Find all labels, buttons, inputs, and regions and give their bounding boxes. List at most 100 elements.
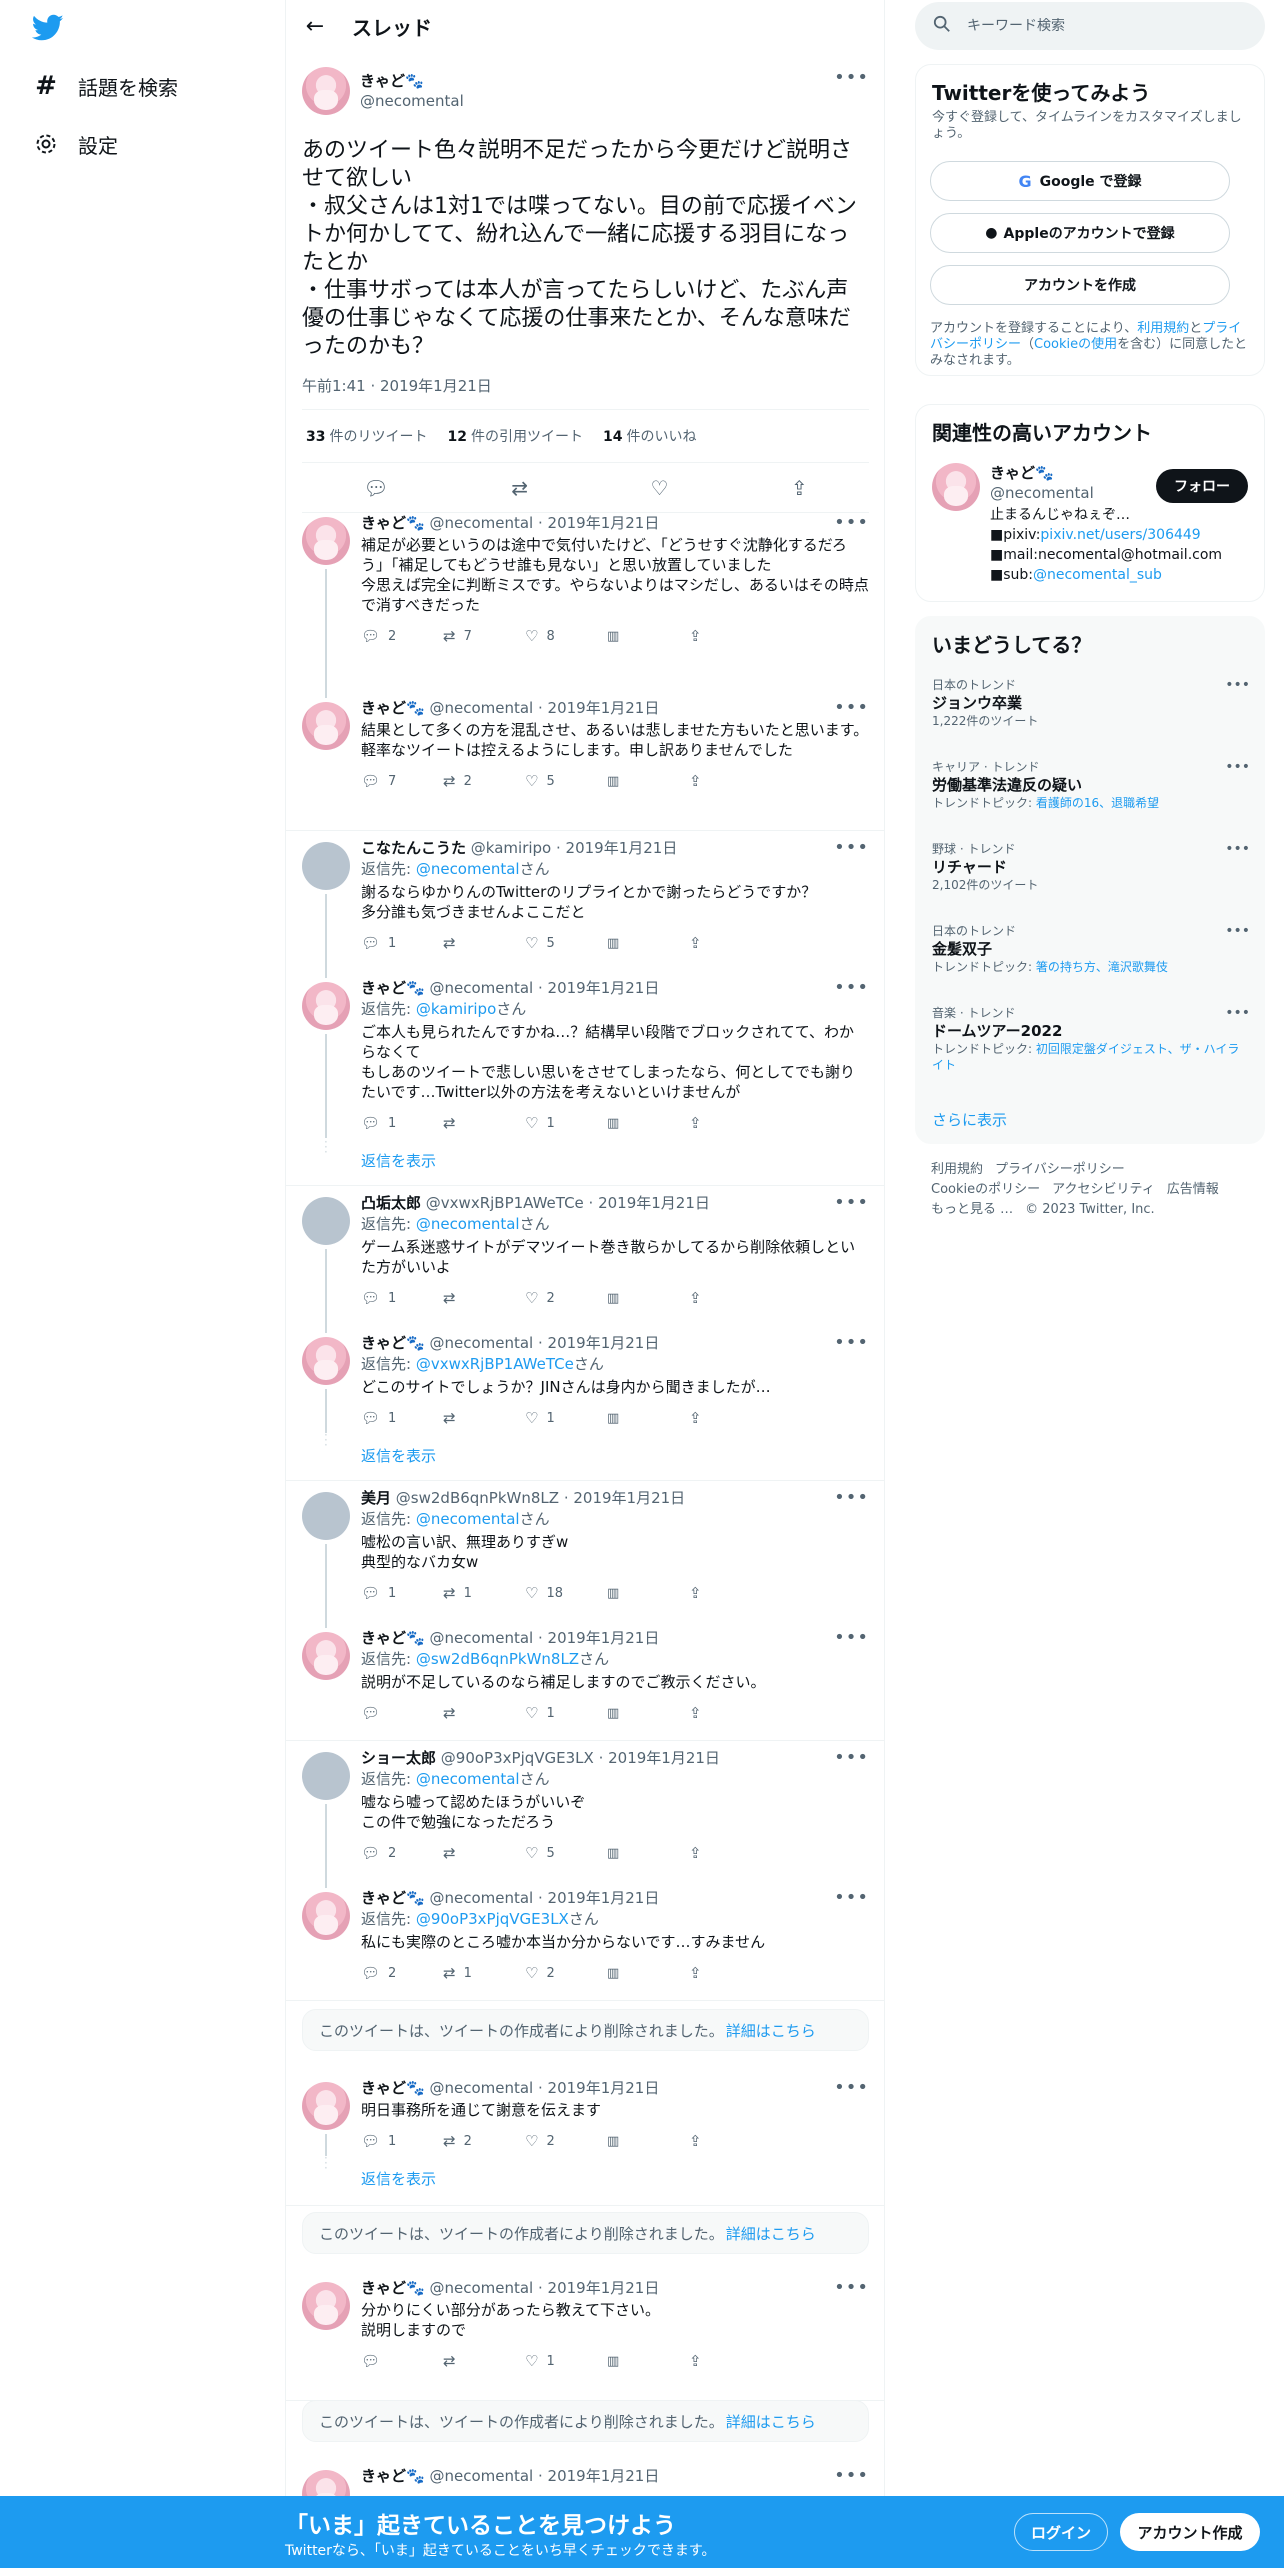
- share-button[interactable]: ⇪: [689, 1584, 771, 1602]
- avatar[interactable]: [302, 67, 350, 115]
- footer-terms[interactable]: 利用規約: [931, 1162, 983, 1177]
- reply-tweet[interactable]: きゃど🐾 @necomental · 2019年1月21日 ••• 返信先: @90…: [286, 1880, 885, 1988]
- more-options-icon[interactable]: •••: [834, 1628, 869, 1648]
- display-name[interactable]: 凸垢太郎: [361, 1194, 421, 1212]
- create-account-button[interactable]: アカウントを作成: [930, 265, 1230, 305]
- retweet-button[interactable]: ⇄ 2: [443, 2132, 525, 2150]
- views-button[interactable]: ▥: [607, 1116, 689, 1131]
- retweet-icon[interactable]: ⇄: [511, 476, 528, 500]
- retweet-button[interactable]: ⇄: [443, 1289, 525, 1307]
- apple-signup-button[interactable]: ● Appleのアカウントで登録: [930, 213, 1230, 253]
- learn-more-link[interactable]: 詳細はこちら: [726, 2020, 816, 2041]
- avatar[interactable]: [302, 1632, 350, 1680]
- avatar[interactable]: [302, 1337, 350, 1385]
- display-name[interactable]: きゃど🐾: [361, 2279, 425, 2297]
- tweet-meta[interactable]: @necomental · 2019年1月21日: [429, 1889, 659, 1907]
- reply-icon[interactable]: 💬︎: [363, 476, 388, 500]
- reply-button[interactable]: 💬︎ 1: [361, 1114, 443, 1132]
- views-button[interactable]: ▥: [607, 1846, 689, 1861]
- retweet-button[interactable]: ⇄: [443, 2352, 525, 2370]
- avatar[interactable]: [302, 1892, 350, 1940]
- views-button[interactable]: ▥: [607, 1966, 689, 1981]
- display-name[interactable]: きゃど🐾: [361, 514, 425, 532]
- reply-tweet[interactable]: 美月 @sw2dB6qnPkWn8LZ · 2019年1月21日 ••• 返信先: …: [286, 1480, 885, 1608]
- reply-tweet[interactable]: きゃど🐾 @necomental · 2019年1月21日 ••• 返信先: @sw…: [286, 1620, 885, 1728]
- like-stat[interactable]: 14 件のいいね: [603, 426, 696, 446]
- share-button[interactable]: ⇪: [689, 772, 771, 790]
- share-button[interactable]: ⇪: [689, 627, 771, 645]
- reply-button[interactable]: 💬︎: [361, 2352, 443, 2370]
- like-button[interactable]: ♡ 5: [525, 934, 607, 952]
- avatar[interactable]: [302, 982, 350, 1030]
- share-button[interactable]: ⇪: [689, 2132, 771, 2150]
- like-button[interactable]: ♡ 1: [525, 1114, 607, 1132]
- more-options-icon[interactable]: •••: [834, 698, 869, 718]
- tweet-meta[interactable]: @necomental · 2019年1月21日: [429, 2279, 659, 2297]
- reply-tweet[interactable]: きゃど🐾 @necomental · 2019年1月21日 ••• 返信先: @vx…: [286, 1325, 885, 1433]
- reply-tweet[interactable]: きゃど🐾 @necomental · 2019年1月21日 ••• 補足が必要という…: [286, 505, 885, 651]
- login-button[interactable]: ログイン: [1014, 2513, 1108, 2551]
- display-name[interactable]: きゃど🐾: [361, 979, 425, 997]
- trend-item[interactable]: キャリア · トレンド 労働基準法違反の疑い トレンドトピック: 看護師の16、退職…: [932, 759, 1250, 811]
- show-replies-link[interactable]: 返信を表示: [361, 2168, 436, 2189]
- like-button[interactable]: ♡ 2: [525, 1964, 607, 1982]
- nav-settings[interactable]: 設定: [32, 124, 118, 164]
- share-button[interactable]: ⇪: [689, 2352, 771, 2370]
- google-signup-button[interactable]: G Google で登録: [930, 161, 1230, 201]
- avatar[interactable]: [302, 2282, 350, 2330]
- reply-tweet[interactable]: きゃど🐾 @necomental · 2019年1月21日 ••• 明日事務所を通じ…: [286, 2070, 885, 2156]
- reply-button[interactable]: 💬︎ 1: [361, 934, 443, 952]
- share-button[interactable]: ⇪: [689, 1844, 771, 1862]
- reply-to-link[interactable]: @necomental: [416, 1770, 520, 1788]
- reply-button[interactable]: 💬︎ 1: [361, 2132, 443, 2150]
- trend-item[interactable]: 野球 · トレンド リチャード 2,102件のツイート •••: [932, 841, 1250, 893]
- reply-to-link[interactable]: @vxwxRjBP1AWeTCe: [416, 1355, 574, 1373]
- like-button[interactable]: ♡ 2: [525, 1289, 607, 1307]
- reply-button[interactable]: 💬︎ 2: [361, 1964, 443, 1982]
- search-input[interactable]: [967, 18, 1247, 34]
- learn-more-link[interactable]: 詳細はこちら: [726, 2411, 816, 2432]
- display-name[interactable]: ショー太郎: [361, 1749, 436, 1767]
- more-options-icon[interactable]: •••: [834, 513, 869, 533]
- quote-stat[interactable]: 12 件の引用ツイート: [447, 426, 582, 446]
- tweet-timestamp[interactable]: 午前1:41 · 2019年1月21日: [302, 375, 869, 395]
- views-button[interactable]: ▥: [607, 936, 689, 951]
- like-button[interactable]: ♡ 1: [525, 1704, 607, 1722]
- more-options-icon[interactable]: •••: [834, 2278, 869, 2298]
- avatar[interactable]: [302, 1752, 350, 1800]
- more-options-icon[interactable]: •••: [834, 1888, 869, 1908]
- pixiv-link[interactable]: pixiv.net/users/306449: [1040, 527, 1200, 543]
- signup-button[interactable]: アカウント作成: [1120, 2513, 1260, 2551]
- more-options-icon[interactable]: •••: [1225, 923, 1250, 939]
- display-name[interactable]: きゃど🐾: [361, 1889, 425, 1907]
- nav-explore[interactable]: # 話題を検索: [32, 66, 178, 106]
- retweet-button[interactable]: ⇄ 1: [443, 1964, 525, 1982]
- reply-button[interactable]: 💬︎ 2: [361, 627, 443, 645]
- retweet-button[interactable]: ⇄: [443, 1844, 525, 1862]
- tweet-meta[interactable]: @necomental · 2019年1月21日: [429, 1629, 659, 1647]
- more-options-icon[interactable]: •••: [1225, 1005, 1250, 1021]
- footer-privacy[interactable]: プライバシーポリシー: [995, 1162, 1125, 1177]
- more-options-icon[interactable]: •••: [834, 2466, 869, 2486]
- share-icon[interactable]: ⇪: [791, 476, 808, 500]
- avatar[interactable]: [302, 517, 350, 565]
- more-options-icon[interactable]: •••: [834, 2078, 869, 2098]
- twitter-bird-icon[interactable]: [32, 14, 64, 42]
- views-button[interactable]: ▥: [607, 1586, 689, 1601]
- reply-button[interactable]: 💬︎ 2: [361, 1844, 443, 1862]
- reply-tweet[interactable]: 凸垢太郎 @vxwxRjBP1AWeTCe · 2019年1月21日 ••• 返信先…: [286, 1185, 885, 1313]
- retweet-button[interactable]: ⇄ 2: [443, 772, 525, 790]
- tweet-meta[interactable]: @necomental · 2019年1月21日: [429, 2079, 659, 2097]
- avatar[interactable]: [302, 2082, 350, 2130]
- more-options-icon[interactable]: •••: [1225, 677, 1250, 693]
- retweet-button[interactable]: ⇄ 1: [443, 1584, 525, 1602]
- trend-item[interactable]: 日本のトレンド ジョンウ卒業 1,222件のツイート •••: [932, 677, 1250, 729]
- retweet-button[interactable]: ⇄ 7: [443, 627, 525, 645]
- like-button[interactable]: ♡ 5: [525, 772, 607, 790]
- avatar[interactable]: [302, 1492, 350, 1540]
- avatar[interactable]: [302, 842, 350, 890]
- reply-tweet[interactable]: こなたんこうた @kamiripo · 2019年1月21日 ••• 返信先: @n…: [286, 830, 885, 958]
- avatar[interactable]: [302, 1197, 350, 1245]
- display-name[interactable]: きゃど🐾: [361, 1334, 425, 1352]
- share-button[interactable]: ⇪: [689, 934, 771, 952]
